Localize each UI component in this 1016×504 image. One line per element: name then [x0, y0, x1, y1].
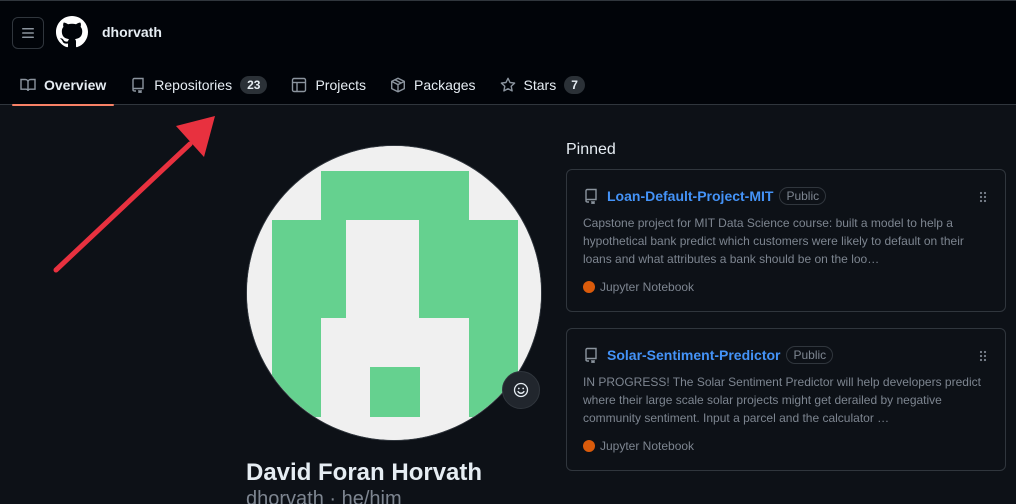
tab-repositories-label: Repositories: [154, 76, 233, 93]
repo-language: Jupyter Notebook: [583, 439, 989, 453]
package-icon: [391, 77, 406, 92]
visibility-badge: Public: [779, 187, 827, 205]
language-color-dot: [583, 440, 595, 452]
stars-count-badge: 7: [564, 75, 585, 94]
repo-icon: [585, 347, 597, 363]
header-username[interactable]: dhorvath: [102, 24, 162, 40]
profile-handle-pronouns: dhorvath · he/him: [246, 488, 402, 504]
tab-repositories[interactable]: Repositories 23: [122, 64, 275, 105]
annotation-arrow: [53, 116, 215, 273]
tab-stars-label: Stars: [523, 76, 557, 93]
github-logo-icon[interactable]: [56, 16, 88, 48]
tab-projects-label: Projects: [315, 76, 367, 93]
repo-name-link[interactable]: Solar-Sentiment-Predictor: [607, 347, 780, 363]
profile-tabs: Overview Repositories 23 Projects Packag…: [12, 64, 601, 106]
book-icon: [20, 78, 36, 91]
repo-icon: [132, 77, 144, 93]
pinned-repo-card: Solar-Sentiment-Predictor Public IN PROG…: [566, 328, 1006, 471]
tab-packages[interactable]: Packages: [382, 64, 483, 105]
drag-handle-icon[interactable]: [979, 191, 987, 203]
smiley-icon: [513, 382, 529, 398]
profile-full-name: David Foran Horvath: [246, 459, 483, 486]
tab-overview-label: Overview: [44, 76, 107, 93]
top-divider: [0, 0, 1016, 1]
repo-name-link[interactable]: Loan-Default-Project-MIT: [607, 188, 773, 204]
repo-description: IN PROGRESS! The Solar Sentiment Predict…: [583, 375, 981, 425]
identicon-image: [247, 146, 541, 440]
tab-projects[interactable]: Projects: [283, 64, 374, 105]
hamburger-icon: [22, 28, 34, 38]
tab-overview[interactable]: Overview: [12, 64, 115, 106]
tab-packages-label: Packages: [414, 76, 476, 93]
menu-button[interactable]: [12, 17, 44, 49]
repo-description: Capstone project for MIT Data Science co…: [583, 216, 964, 266]
drag-handle-icon[interactable]: [979, 350, 987, 362]
language-color-dot: [583, 281, 595, 293]
star-icon: [500, 77, 515, 92]
pinned-repo-card: Loan-Default-Project-MIT Public Capstone…: [566, 169, 1006, 312]
set-status-button[interactable]: [502, 371, 540, 409]
pinned-heading: Pinned: [566, 141, 616, 158]
repo-language: Jupyter Notebook: [583, 280, 989, 294]
profile-header: dhorvath Overview Repositories 23 Projec…: [0, 0, 1016, 106]
visibility-badge: Public: [786, 346, 834, 364]
repo-icon: [585, 188, 597, 204]
tab-stars[interactable]: Stars 7: [492, 64, 593, 105]
language-label: Jupyter Notebook: [600, 439, 695, 453]
table-icon: [292, 77, 307, 92]
repositories-count-badge: 23: [240, 75, 268, 94]
avatar[interactable]: [246, 145, 542, 441]
language-label: Jupyter Notebook: [600, 280, 695, 294]
